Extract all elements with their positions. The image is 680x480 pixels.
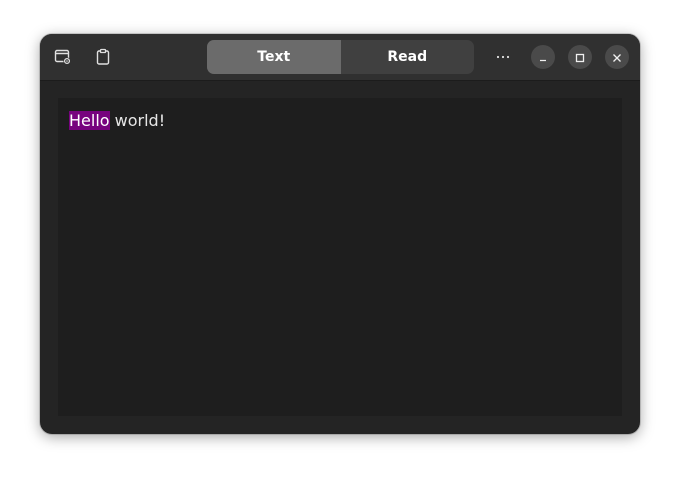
minimize-icon: [538, 48, 548, 67]
tab-text-label: Text: [257, 49, 291, 65]
editor-text: Hello world!: [69, 110, 165, 132]
main-menu-button[interactable]: [487, 41, 519, 73]
editor-rest-text: world!: [109, 111, 166, 130]
view-switcher: Text Read: [207, 40, 474, 74]
tab-read[interactable]: Read: [341, 40, 475, 74]
window-settings-icon: [54, 48, 72, 66]
clipboard-button[interactable]: [87, 41, 119, 73]
header-bar: Text Read: [40, 34, 640, 81]
tab-read-label: Read: [387, 49, 428, 65]
app-window: Text Read Hello world!: [40, 34, 640, 434]
minimize-button[interactable]: [531, 45, 555, 69]
highlighted-word: Hello: [69, 111, 110, 130]
clipboard-icon: [94, 48, 112, 66]
close-icon: [612, 48, 622, 67]
maximize-icon: [575, 48, 585, 67]
text-editor-area[interactable]: Hello world!: [58, 98, 622, 416]
more-horizontal-icon: [495, 49, 511, 65]
window-settings-button[interactable]: [47, 41, 79, 73]
tab-text[interactable]: Text: [207, 40, 341, 74]
close-button[interactable]: [605, 45, 629, 69]
maximize-button[interactable]: [568, 45, 592, 69]
